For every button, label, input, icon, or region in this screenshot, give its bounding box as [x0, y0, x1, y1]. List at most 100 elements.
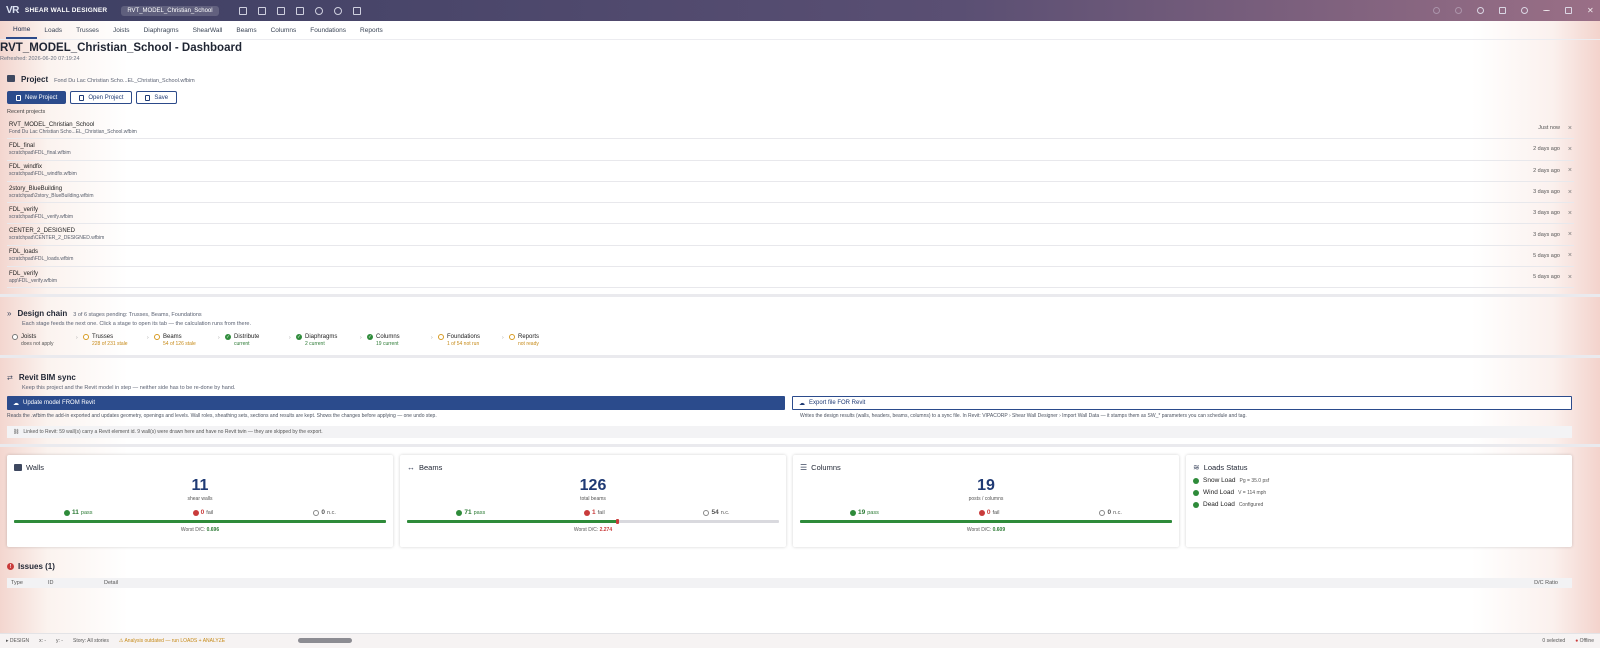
issues-col-id[interactable]: ID [48, 580, 104, 586]
stage-foundations[interactable]: Foundations 1 of 54 not run [438, 334, 502, 347]
walls-progress-bar [14, 520, 386, 524]
cloud-sync-icon[interactable] [314, 6, 323, 15]
recent-project-item[interactable]: RVT_MODEL_Christian_School Fond Du Lac Ch… [7, 118, 1574, 140]
tab-columns[interactable]: Columns [264, 27, 304, 39]
recent-project-item[interactable]: FDL_verify app\FDL_verify.wfbim 5 days ago… [7, 267, 1574, 289]
tab-diaphragms[interactable]: Diaphragms [137, 27, 186, 39]
cloud-upload-icon[interactable] [333, 6, 342, 15]
close-icon[interactable]: ✕ [1587, 7, 1594, 15]
loads-icon: ≋ [1193, 463, 1200, 473]
help-icon[interactable] [1521, 7, 1528, 14]
story-filter[interactable]: Story: All stories [73, 638, 109, 644]
remove-recent-icon[interactable]: × [1568, 146, 1572, 153]
design-chain-title: Design chain [17, 309, 68, 319]
tools-icon[interactable] [1499, 7, 1506, 14]
tab-home[interactable]: Home [6, 26, 38, 39]
title-bar: VR SHEAR WALL DESIGNER RVT_MODEL_Christi… [0, 0, 1600, 21]
stage-status-icon [12, 334, 18, 341]
revit-sync-subtitle: Keep this project and the Revit model in… [22, 385, 236, 392]
recent-project-path: app\FDL_verify.wfbim [9, 277, 57, 284]
recent-project-name: FDL_verify [9, 270, 39, 277]
pass-check-icon [1193, 489, 1199, 496]
export-icon[interactable] [352, 6, 361, 15]
open-project-button[interactable]: Open Project [70, 91, 133, 104]
minimize-icon[interactable] [1543, 10, 1550, 11]
remove-recent-icon[interactable]: × [1568, 189, 1572, 196]
undo-icon[interactable] [1433, 7, 1440, 14]
update-from-revit-button[interactable]: ☁ Update model FROM Revit [7, 396, 785, 411]
issues-table-header: Type ID Detail D/C Ratio [7, 578, 1572, 589]
pass-label: pass [867, 509, 879, 516]
design-chain-hint: Each stage feeds the next one. Click a s… [22, 321, 251, 328]
tab-trusses[interactable]: Trusses [69, 27, 106, 39]
horizontal-scrollbar[interactable] [298, 638, 352, 643]
recent-project-item[interactable]: FDL_verify scratchpad\FDL_verify.wfbim 3 d… [7, 203, 1574, 225]
recent-project-item[interactable]: 2story_BlueBuilding scratchpad\2story_Blu… [7, 182, 1574, 204]
new-project-button[interactable]: New Project [7, 91, 67, 104]
recent-project-item[interactable]: FDL_windfix scratchpad\FDL_windfix.wfbim 2… [7, 161, 1574, 182]
save-icon[interactable] [276, 6, 285, 15]
walls-worst-value: 0.696 [206, 527, 220, 534]
walls-pass-count: 11 [72, 509, 79, 517]
open-folder-icon[interactable] [257, 6, 266, 15]
remove-recent-icon[interactable]: × [1568, 274, 1572, 281]
app-logo: VR [6, 5, 19, 16]
remove-recent-icon[interactable]: × [1568, 210, 1572, 217]
stage-distribute[interactable]: ✓ Distribute current [225, 334, 289, 347]
issues-col-dc-ratio[interactable]: D/C Ratio [1534, 580, 1558, 586]
maximize-icon[interactable] [1565, 7, 1572, 14]
chain-arrow-icon: › [289, 335, 291, 342]
export-for-revit-button[interactable]: ☁ Export file FOR Revit [792, 396, 1572, 411]
issues-col-type[interactable]: Type [11, 580, 48, 586]
tab-joists[interactable]: Joists [106, 27, 137, 39]
tab-reports[interactable]: Reports [353, 27, 390, 39]
walls-count-unit: shear walls [187, 496, 213, 503]
stage-joists[interactable]: Joists does not apply [12, 334, 76, 347]
loads-list: Snow Load Pg = 35.0 psf Wind Load V = 114 m… [1193, 477, 1565, 508]
remove-recent-icon[interactable]: × [1568, 231, 1572, 238]
issue-alert-icon: ! [7, 563, 14, 571]
new-file-icon[interactable] [238, 6, 247, 15]
stage-beams[interactable]: Beams 54 of 126 stale [154, 334, 218, 347]
stage-columns[interactable]: ✓ Columns 19 current [367, 334, 431, 347]
tab-foundations[interactable]: Foundations [303, 27, 353, 39]
remove-recent-icon[interactable]: × [1568, 125, 1572, 132]
tab-shearwall[interactable]: ShearWall [186, 27, 230, 39]
save-as-icon[interactable] [295, 6, 304, 15]
settings-gear-icon[interactable] [1477, 7, 1484, 14]
recent-project-item[interactable]: CENTER_2_DESIGNED scratchpad\CENTER_2_DES… [7, 224, 1574, 246]
recent-project-name: FDL_final [9, 142, 35, 149]
stage-diaphragms[interactable]: ✓ Diaphragms 2 current [296, 334, 360, 347]
tab-loads[interactable]: Loads [37, 27, 69, 39]
stage-name: Diaphragms [305, 334, 338, 341]
beams-card[interactable]: ↔ Beams 126 total beams 71 pass 1 fail 54 n.… [400, 455, 786, 548]
stage-trusses[interactable]: Trusses 228 of 231 stale [83, 334, 147, 347]
stage-name: Distribute [234, 334, 260, 341]
columns-progress-fill [800, 520, 1172, 524]
stage-status-icon: ✓ [296, 334, 302, 341]
list-icon: ☰ [800, 463, 808, 473]
columns-card[interactable]: ☰ Columns 19 posts / columns 19 pass 0 fail… [793, 455, 1179, 548]
stage-reports[interactable]: Reports not ready [509, 334, 573, 347]
load-status-item: Snow Load Pg = 35.0 psf [1193, 477, 1565, 484]
beams-fail-count: 1 [592, 509, 596, 517]
chain-arrow-icon: › [360, 335, 362, 342]
remove-recent-icon[interactable]: × [1568, 252, 1572, 259]
issues-col-detail[interactable]: Detail [104, 580, 118, 586]
walls-card[interactable]: Walls 11 shear walls 11 pass 0 fail 0 n.c. … [7, 455, 393, 548]
project-section-title: Project [21, 75, 49, 84]
recent-project-item[interactable]: FDL_loads scratchpad\FDL_loads.wfbim 5 day… [7, 246, 1574, 268]
tab-beams[interactable]: Beams [229, 27, 263, 39]
redo-icon[interactable] [1455, 7, 1462, 14]
recent-project-time: 5 days ago [1533, 252, 1560, 259]
folder-icon [7, 75, 15, 82]
save-button[interactable]: Save [136, 91, 178, 104]
save-icon [145, 94, 151, 101]
remove-recent-icon[interactable]: × [1568, 167, 1572, 174]
fail-x-icon [978, 509, 985, 516]
worst-label: Worst D/C: [573, 527, 599, 534]
connection-status: ● Offline [1575, 638, 1594, 644]
loads-status-card[interactable]: ≋ Loads Status Snow Load Pg = 35.0 psf Wind… [1186, 455, 1572, 548]
recent-project-item[interactable]: FDL_final scratchpad\FDL_final.wfbim 2 day… [7, 139, 1574, 161]
beams-progress-fill [407, 520, 617, 524]
